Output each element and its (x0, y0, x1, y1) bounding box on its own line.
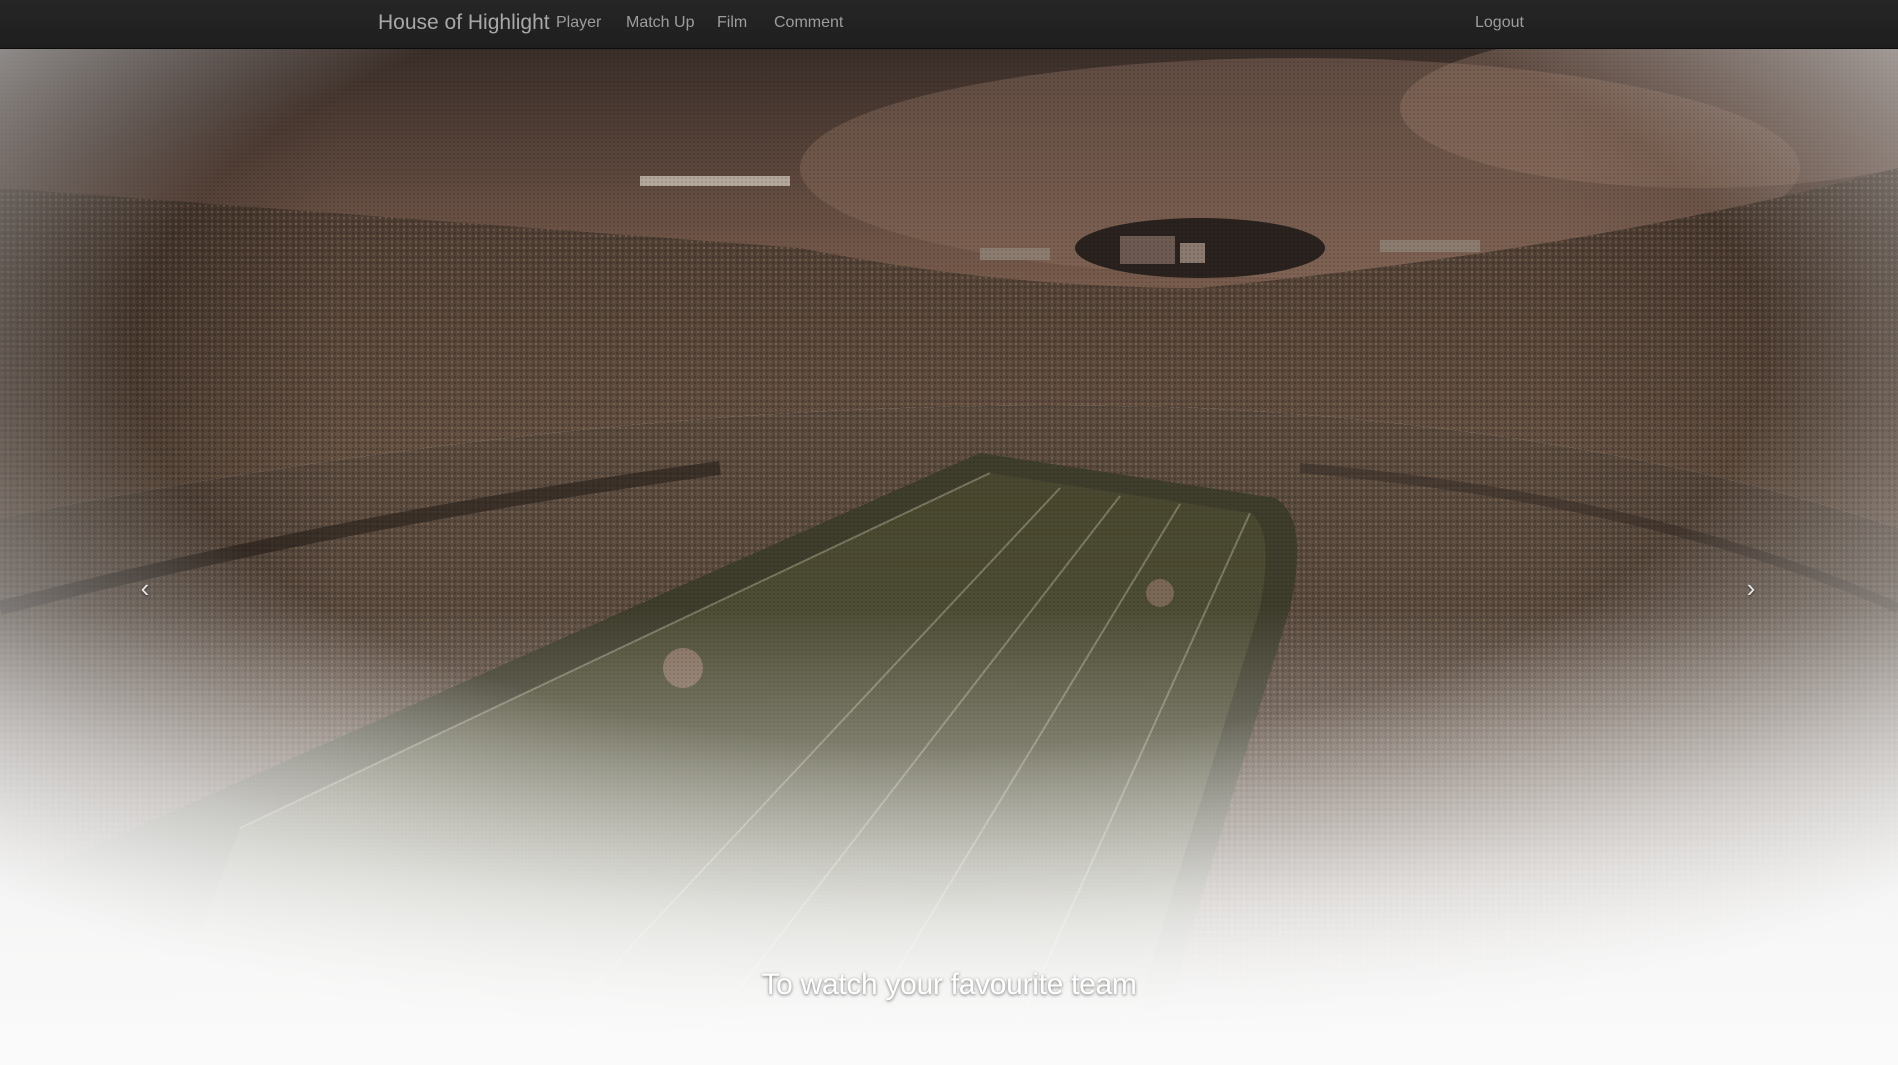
brand-link[interactable]: House of Highlight (378, 0, 550, 48)
logout-link[interactable]: Logout (1475, 0, 1524, 48)
nav-item-film[interactable]: Film (717, 0, 747, 48)
hero-carousel: ‹ › To watch your favourite team (0, 48, 1898, 1065)
carousel-prev-icon[interactable]: ‹ (125, 558, 165, 618)
top-navbar: House of Highlight Player Match Up Film … (0, 0, 1898, 49)
nav-item-match-up[interactable]: Match Up (626, 0, 694, 48)
carousel-next-icon[interactable]: › (1731, 558, 1771, 618)
carousel-caption: To watch your favourite team (761, 968, 1137, 1001)
nav-item-comment[interactable]: Comment (774, 0, 843, 48)
stadium-image (0, 48, 1898, 1065)
nav-item-player[interactable]: Player (556, 0, 601, 48)
